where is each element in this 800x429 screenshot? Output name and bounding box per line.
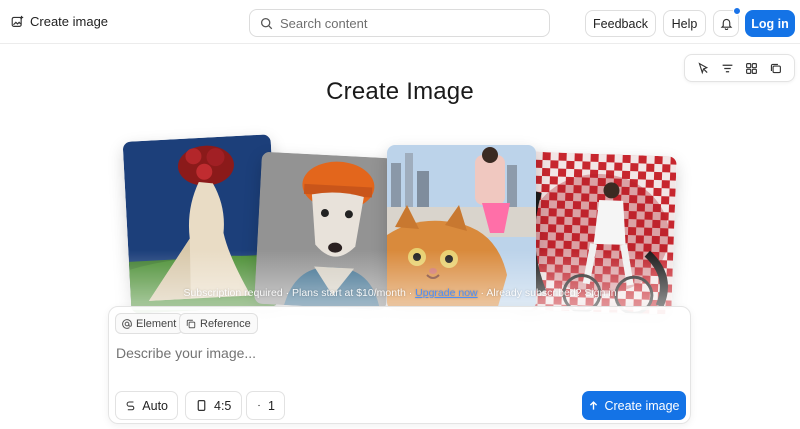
gallery-fade-overlay [110, 250, 690, 310]
upgrade-now-link[interactable]: Upgrade now [415, 287, 477, 299]
brand-label: Create image [30, 14, 109, 29]
aspect-ratio-label: 4:5 [214, 398, 232, 413]
search-input[interactable] [280, 15, 520, 31]
select-cursor-icon[interactable] [694, 59, 712, 77]
help-button[interactable]: Help [663, 10, 706, 37]
dot-icon [258, 404, 260, 407]
image-count-button[interactable]: 1 [246, 391, 285, 420]
image-sparkle-icon [11, 15, 24, 27]
search-icon [260, 17, 273, 29]
prompt-panel: Element Reference Auto 4:5 1 Create imag… [108, 306, 691, 424]
model-auto-label: Auto [142, 398, 168, 413]
reference-chip[interactable]: Reference [179, 313, 258, 334]
arrow-up-icon [590, 401, 598, 410]
create-image-label: Create image [604, 398, 680, 413]
page-title: Create Image [326, 78, 474, 105]
aspect-ratio-button[interactable]: 4:5 [185, 391, 242, 420]
reference-chip-label: Reference [200, 317, 251, 330]
aspect-ratio-icon [197, 400, 206, 411]
feedback-button[interactable]: Feedback [585, 10, 656, 37]
layers-icon[interactable] [767, 59, 785, 77]
brand[interactable]: Create image [11, 14, 108, 29]
element-chip[interactable]: Element [115, 313, 184, 334]
login-button[interactable]: Log in [745, 10, 795, 37]
notification-dot [733, 7, 741, 15]
reference-image-icon [186, 319, 196, 328]
top-bar: Create image Feedback Help Log in [0, 0, 800, 44]
subscription-notice: Subscription required · Plans start at $… [110, 287, 690, 299]
filter-lines-icon[interactable] [718, 59, 736, 77]
prompt-input[interactable] [116, 340, 681, 366]
model-auto-button[interactable]: Auto [115, 391, 178, 420]
notice-text-start: Subscription required · Plans start at $… [183, 287, 416, 299]
notifications-button[interactable] [713, 7, 741, 37]
grid-view-icon[interactable] [743, 59, 761, 77]
bell-icon [720, 18, 732, 30]
search-box[interactable] [249, 9, 550, 37]
at-sign-icon [122, 318, 132, 329]
element-chip-label: Element [136, 317, 177, 330]
image-count-label: 1 [268, 398, 275, 413]
model-icon [126, 401, 135, 411]
notice-text-end: · Already subscribed? Sign in [477, 287, 617, 299]
create-image-button[interactable]: Create image [582, 391, 686, 420]
